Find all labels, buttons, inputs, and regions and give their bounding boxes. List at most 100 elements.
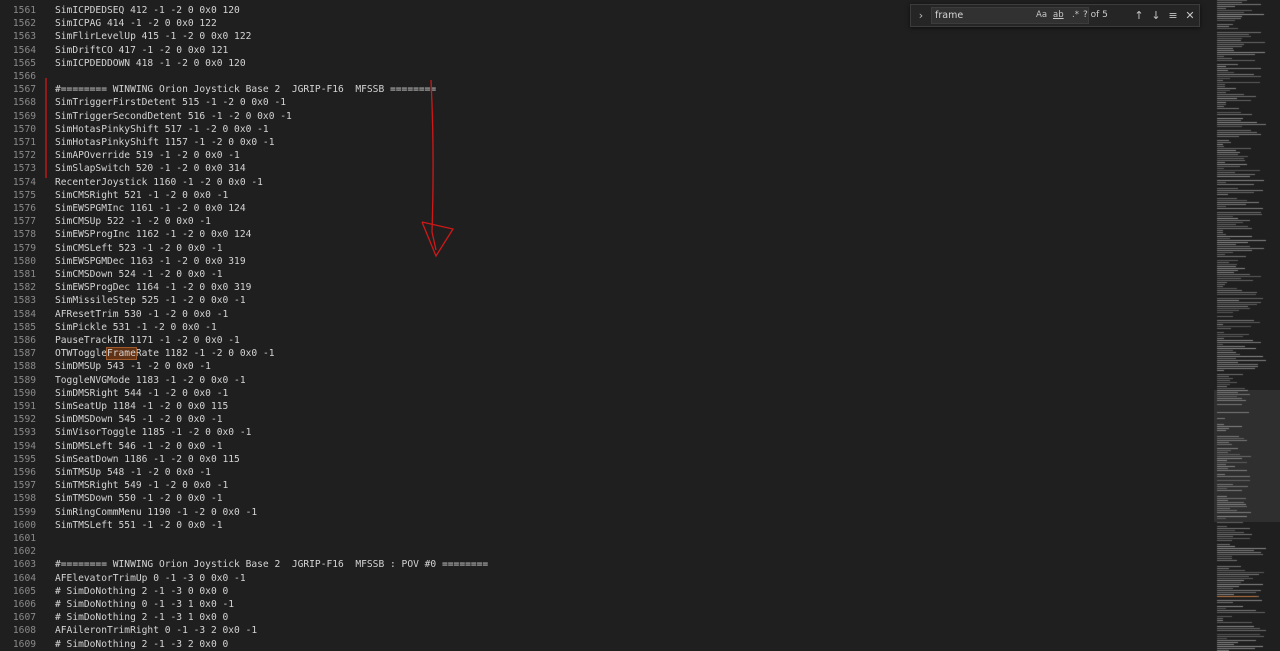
arrow-up-icon[interactable]: ↑ — [1132, 8, 1146, 23]
line-number: 1602 — [12, 546, 36, 558]
line-number: 1563 — [12, 31, 36, 43]
line-number: 1605 — [12, 585, 36, 597]
line-number: 1609 — [12, 638, 36, 650]
line-number: 1600 — [12, 519, 36, 531]
line-number: 1586 — [12, 335, 36, 346]
line-number: 1607 — [12, 612, 36, 624]
line-number: 1588 — [12, 361, 36, 373]
line-number: 1593 — [12, 427, 36, 439]
line-text: ToggleNVGMode 1183 -1 -2 0 0x0 -1 — [55, 374, 246, 386]
line-text: OTWToggleFrameRate 1182 -1 -2 0 0x0 -1 — [55, 347, 275, 361]
line-text: #======== WINWING Orion Joystick Base 2 … — [55, 84, 437, 96]
line-number: 1599 — [12, 506, 36, 518]
line-text: # SimDoNothing 2 -1 -3 2 0x0 0 — [55, 638, 229, 650]
line-text: # SimDoNothing 0 -1 -3 1 0x0 -1 — [55, 599, 235, 610]
line-number: 1562 — [12, 18, 36, 30]
chevron-right-icon[interactable]: › — [915, 9, 927, 23]
line-number: 1583 — [12, 295, 36, 307]
line-text: SimCMSDown 524 -1 -2 0 0x0 -1 — [55, 269, 223, 280]
whole-word-toggle[interactable]: ab — [1053, 9, 1064, 22]
line-text: SimEWSPGMInc 1161 -1 -2 0 0x0 124 — [55, 203, 246, 214]
line-text: SimVisorToggle 1185 -1 -2 0 0x0 -1 — [55, 427, 252, 439]
line-text: SimAPOverride 519 -1 -2 0 0x0 -1 — [55, 150, 240, 162]
find-input-box[interactable]: Aa ab .* — [931, 7, 1089, 24]
line-number: 1579 — [12, 242, 36, 254]
line-text: SimCMSUp 522 -1 -2 0 0x0 -1 — [55, 216, 211, 228]
line-text: SimDriftCO 417 -1 -2 0 0x0 121 — [55, 44, 229, 56]
find-in-selection-icon[interactable]: ≡ — [1166, 8, 1180, 23]
line-text: AFAileronTrimRight 0 -1 -3 2 0x0 -1 — [55, 625, 258, 637]
line-number: 1596 — [12, 467, 36, 478]
line-number: 1564 — [12, 44, 36, 56]
line-number: 1578 — [12, 229, 36, 241]
line-number: 1606 — [12, 599, 36, 610]
line-text: SimICPDEDSEQ 412 -1 -2 0 0x0 120 — [55, 5, 240, 16]
line-text: SimDMSLeft 546 -1 -2 0 0x0 -1 — [55, 440, 223, 452]
line-text: SimTriggerFirstDetent 515 -1 -2 0 0x0 -1 — [55, 97, 287, 109]
line-number: 1572 — [12, 150, 36, 162]
line-text: # SimDoNothing 2 -1 -3 0 0x0 0 — [55, 585, 229, 597]
line-number: 1584 — [12, 308, 36, 320]
line-number: 1581 — [12, 269, 36, 280]
line-text: SimEWSProgDec 1164 -1 -2 0 0x0 319 — [55, 282, 252, 294]
annotation-arrowhead — [421, 221, 455, 258]
line-number: 1571 — [12, 137, 36, 148]
line-number: 1598 — [12, 493, 36, 505]
line-number: 1577 — [12, 216, 36, 228]
line-number: 1567 — [12, 84, 36, 96]
line-number: 1604 — [12, 572, 36, 584]
line-number: 1587 — [12, 348, 36, 360]
close-icon[interactable]: ✕ — [1183, 8, 1197, 23]
minimap-canvas — [1214, 0, 1280, 651]
line-number: 1570 — [12, 123, 36, 135]
line-text: SimEWSPGMDec 1163 -1 -2 0 0x0 319 — [55, 255, 246, 267]
line-text: SimCMSLeft 523 -1 -2 0 0x0 -1 — [55, 242, 223, 254]
match-case-toggle[interactable]: Aa — [1036, 9, 1047, 22]
line-text: SimMissileStep 525 -1 -2 0 0x0 -1 — [55, 295, 246, 307]
line-text: SimTMSLeft 551 -1 -2 0 0x0 -1 — [55, 519, 223, 531]
line-text: SimHotasPinkyShift 517 -1 -2 0 0x0 -1 — [55, 123, 269, 135]
line-text: SimTriggerSecondDetent 516 -1 -2 0 0x0 -… — [55, 110, 292, 122]
line-number: 1569 — [12, 110, 36, 122]
line-number: 1597 — [12, 480, 36, 492]
line-text: SimEWSProgInc 1162 -1 -2 0 0x0 124 — [55, 229, 252, 241]
minimap-slider[interactable] — [1214, 390, 1280, 522]
line-text: SimHotasPinkyShift 1157 -1 -2 0 0x0 -1 — [55, 137, 275, 148]
line-text: SimDMSRight 544 -1 -2 0 0x0 -1 — [55, 387, 229, 399]
line-number: 1590 — [12, 387, 36, 399]
regex-toggle[interactable]: .* — [1072, 9, 1079, 22]
line-number: 1575 — [12, 189, 36, 201]
line-number: 1591 — [12, 401, 36, 412]
line-number: 1601 — [12, 533, 36, 544]
line-number: 1589 — [12, 374, 36, 386]
line-text: AFElevatorTrimUp 0 -1 -3 0 0x0 -1 — [55, 572, 246, 584]
line-text: SimSlapSwitch 520 -1 -2 0 0x0 314 — [55, 163, 246, 175]
line-text: PauseTrackIR 1171 -1 -2 0 0x0 -1 — [55, 335, 240, 346]
line-text: SimTMSRight 549 -1 -2 0 0x0 -1 — [55, 480, 229, 492]
line-text: SimPickle 531 -1 -2 0 0x0 -1 — [55, 321, 217, 333]
line-number: 1565 — [12, 57, 36, 69]
find-widget: › Aa ab .* ? of 5 ↑ ↓ ≡ ✕ — [910, 4, 1200, 27]
editor[interactable]: 1561 SimICPDEDSEQ 412 -1 -2 0 0x0 120 1562… — [0, 0, 1214, 651]
line-number: 1566 — [12, 71, 36, 82]
find-match-highlight: Frame — [105, 347, 137, 361]
line-number: 1573 — [12, 163, 36, 175]
line-text: SimFlirLevelUp 415 -1 -2 0 0x0 122 — [55, 31, 252, 43]
line-text: SimTMSDown 550 -1 -2 0 0x0 -1 — [55, 493, 223, 505]
line-number: 1595 — [12, 453, 36, 465]
line-number: 1568 — [12, 97, 36, 109]
line-text: SimRingCommMenu 1190 -1 -2 0 0x0 -1 — [55, 506, 258, 518]
annotation-arrow-shaft — [430, 79, 437, 251]
line-text: SimCMSRight 521 -1 -2 0 0x0 -1 — [55, 189, 229, 201]
minimap[interactable] — [1214, 0, 1280, 651]
find-input[interactable] — [935, 8, 1030, 23]
line-number: 1608 — [12, 625, 36, 637]
line-number: 1576 — [12, 203, 36, 214]
line-text: SimDMSDown 545 -1 -2 0 0x0 -1 — [55, 414, 223, 426]
line-text: RecenterJoystick 1160 -1 -2 0 0x0 -1 — [55, 176, 263, 188]
line-text-before-match: OTWToggle — [55, 348, 107, 360]
line-text: # SimDoNothing 2 -1 -3 1 0x0 0 — [55, 612, 229, 624]
line-text: SimICPAG 414 -1 -2 0 0x0 122 — [55, 18, 217, 30]
line-number: 1594 — [12, 440, 36, 452]
arrow-down-icon[interactable]: ↓ — [1149, 8, 1163, 23]
